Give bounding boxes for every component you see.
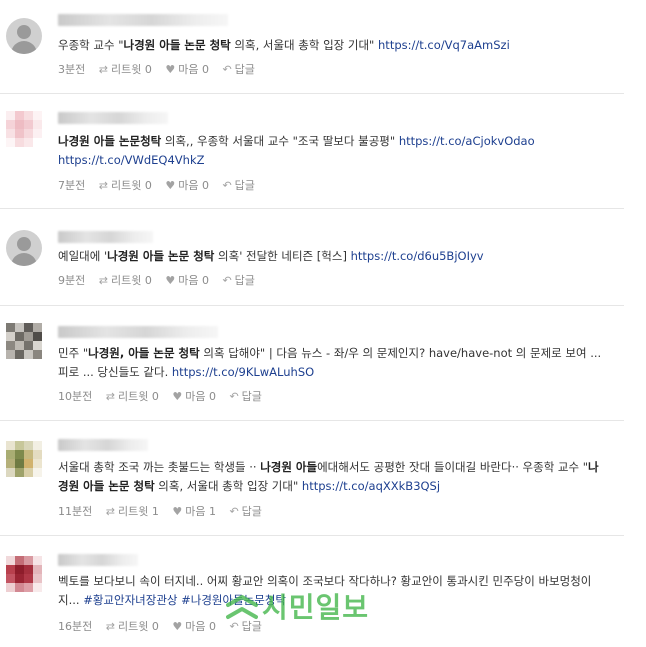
retweet-button[interactable]: ⇄ 리트윗 0 <box>106 388 159 404</box>
tweet-text-segment: 우종학 교수 " <box>58 38 124 52</box>
tweet-link[interactable]: https://t.co/Vq7aAmSzi <box>378 38 510 52</box>
reply-icon: ↶ <box>222 63 232 76</box>
tweet-item: 나경원 아들 논문청탁 의혹,, 우종학 서울대 교수 "조국 딸보다 불공평"… <box>0 94 624 209</box>
username-blurred[interactable] <box>58 112 168 124</box>
tweet-text-segment: 의혹, 서울대 총학 입장 기대" <box>154 479 302 493</box>
like-button[interactable]: ♥ 마음 0 <box>165 61 209 77</box>
tweet-link[interactable]: https://t.co/9KLwALuhSO <box>172 365 314 379</box>
tweet-text-segment: 예일대에 ' <box>58 249 108 263</box>
username-blurred[interactable] <box>58 14 228 26</box>
avatar[interactable] <box>6 230 42 266</box>
tweet-text-segment: 서울대 총학 조국 까는 촛불드는 학생들 ·· <box>58 460 261 474</box>
retweet-button[interactable]: ⇄ 리트윗 0 <box>99 272 152 288</box>
tweet-meta: 3분전 ⇄ 리트윗 0 ♥ 마음 0 ↶ 답글 <box>58 61 265 77</box>
heart-icon: ♥ <box>165 63 176 76</box>
keyword-highlight: 나경원 아들 <box>260 460 318 474</box>
tweet-text: 민주 "나경원, 아들 논문 청탁 의혹 답해야" | 다음 뉴스 - 좌/우 … <box>58 344 608 382</box>
like-button[interactable]: ♥ 마음 0 <box>172 618 216 634</box>
username-blurred[interactable] <box>58 326 218 338</box>
avatar[interactable] <box>6 18 42 54</box>
keyword-highlight: 나경원 아들 논문 청탁 <box>107 249 215 263</box>
avatar[interactable] <box>6 111 42 147</box>
tweet-text-segment: 의혹, 서울대 총학 입장 기대" <box>230 38 379 52</box>
watermark-text: 시민일보 <box>262 591 370 624</box>
reply-button[interactable]: ↶ 답글 <box>222 272 254 288</box>
like-button[interactable]: ♥ 마음 0 <box>172 388 216 404</box>
keyword-highlight: 나경원, 아들 논문 청탁 <box>88 346 200 360</box>
tweet-meta: 9분전 ⇄ 리트윗 0 ♥ 마음 0 ↶ 답글 <box>58 272 265 288</box>
tweet-text-segment: 의혹' 전달한 네티즌 [헉스] <box>214 249 351 263</box>
timestamp[interactable]: 10분전 <box>58 388 92 404</box>
username-blurred[interactable] <box>58 554 138 566</box>
like-button[interactable]: ♥ 마음 1 <box>172 503 216 519</box>
retweet-icon: ⇄ <box>105 505 115 518</box>
tweet-text-segment: 민주 " <box>58 346 89 360</box>
tweet-text: 서울대 총학 조국 까는 촛불드는 학생들 ·· 나경원 아들에대해서도 공평한… <box>58 458 608 496</box>
heart-icon: ♥ <box>172 390 183 403</box>
reply-button[interactable]: ↶ 답글 <box>229 388 261 404</box>
tweet-item: 우종학 교수 "나경원 아들 논문 청탁 의혹, 서울대 총학 입장 기대" h… <box>0 0 624 94</box>
reply-icon: ↶ <box>222 179 232 192</box>
retweet-icon: ⇄ <box>98 63 108 76</box>
username-blurred[interactable] <box>58 439 148 451</box>
heart-icon: ♥ <box>165 179 176 192</box>
keyword-highlight: 나경원 아들 논문청탁 <box>58 134 162 148</box>
tweet-text: 예일대에 '나경원 아들 논문 청탁 의혹' 전달한 네티즌 [헉스] http… <box>58 247 608 266</box>
heart-icon: ♥ <box>165 274 176 287</box>
tweet-text-segment: 의혹,, 우종학 서울대 교수 "조국 딸보다 불공평" <box>161 134 399 148</box>
timestamp[interactable]: 7분전 <box>58 177 85 193</box>
reply-icon: ↶ <box>229 390 239 403</box>
retweet-button[interactable]: ⇄ 리트윗 1 <box>106 503 159 519</box>
retweet-button[interactable]: ⇄ 리트윗 0 <box>99 61 152 77</box>
username-blurred[interactable] <box>58 231 153 243</box>
tweet-link[interactable]: https://t.co/aqXXkB3QSj <box>302 479 440 493</box>
keyword-highlight: 나경원 아들 논문 청탁 <box>123 38 231 52</box>
timestamp[interactable]: 16분전 <box>58 618 92 634</box>
timestamp[interactable]: 9분전 <box>58 272 85 288</box>
reply-button[interactable]: ↶ 답글 <box>229 503 261 519</box>
watermark-logo-icon <box>226 595 258 619</box>
tweet-meta: 10분전 ⇄ 리트윗 0 ♥ 마음 0 ↶ 답글 <box>58 388 272 404</box>
retweet-icon: ⇄ <box>105 390 115 403</box>
tweet-text: 우종학 교수 "나경원 아들 논문 청탁 의혹, 서울대 총학 입장 기대" h… <box>58 36 608 55</box>
avatar[interactable] <box>6 323 42 359</box>
heart-icon: ♥ <box>172 505 183 518</box>
timestamp[interactable]: 3분전 <box>58 61 85 77</box>
tweet-text: 나경원 아들 논문청탁 의혹,, 우종학 서울대 교수 "조국 딸보다 불공평"… <box>58 132 608 170</box>
newspaper-watermark: 시민일보 <box>226 586 369 626</box>
tweet-meta: 7분전 ⇄ 리트윗 0 ♥ 마음 0 ↶ 답글 <box>58 177 265 193</box>
tweet-link[interactable]: https://t.co/d6u5BjOIyv <box>351 249 484 263</box>
avatar[interactable] <box>6 556 42 592</box>
tweet-item: 예일대에 '나경원 아들 논문 청탁 의혹' 전달한 네티즌 [헉스] http… <box>0 209 624 306</box>
retweet-icon: ⇄ <box>105 620 115 633</box>
tweet-item: 민주 "나경원, 아들 논문 청탁 의혹 답해야" | 다음 뉴스 - 좌/우 … <box>0 306 624 421</box>
retweet-button[interactable]: ⇄ 리트윗 0 <box>99 177 152 193</box>
retweet-icon: ⇄ <box>98 179 108 192</box>
reply-icon: ↶ <box>229 505 239 518</box>
retweet-button[interactable]: ⇄ 리트윗 0 <box>106 618 159 634</box>
tweet-item: 서울대 총학 조국 까는 촛불드는 학생들 ·· 나경원 아들에대해서도 공평한… <box>0 421 624 536</box>
tweet-meta: 11분전 ⇄ 리트윗 1 ♥ 마음 1 ↶ 답글 <box>58 503 272 519</box>
like-button[interactable]: ♥ 마음 0 <box>165 177 209 193</box>
avatar[interactable] <box>6 441 42 477</box>
reply-button[interactable]: ↶ 답글 <box>222 177 254 193</box>
retweet-icon: ⇄ <box>98 274 108 287</box>
like-button[interactable]: ♥ 마음 0 <box>165 272 209 288</box>
reply-button[interactable]: ↶ 답글 <box>222 61 254 77</box>
timestamp[interactable]: 11분전 <box>58 503 92 519</box>
reply-icon: ↶ <box>222 274 232 287</box>
heart-icon: ♥ <box>172 620 183 633</box>
tweet-text-segment: 에대해서도 공평한 잣대 들이대길 바란다·· 우종학 교수 " <box>317 460 589 474</box>
